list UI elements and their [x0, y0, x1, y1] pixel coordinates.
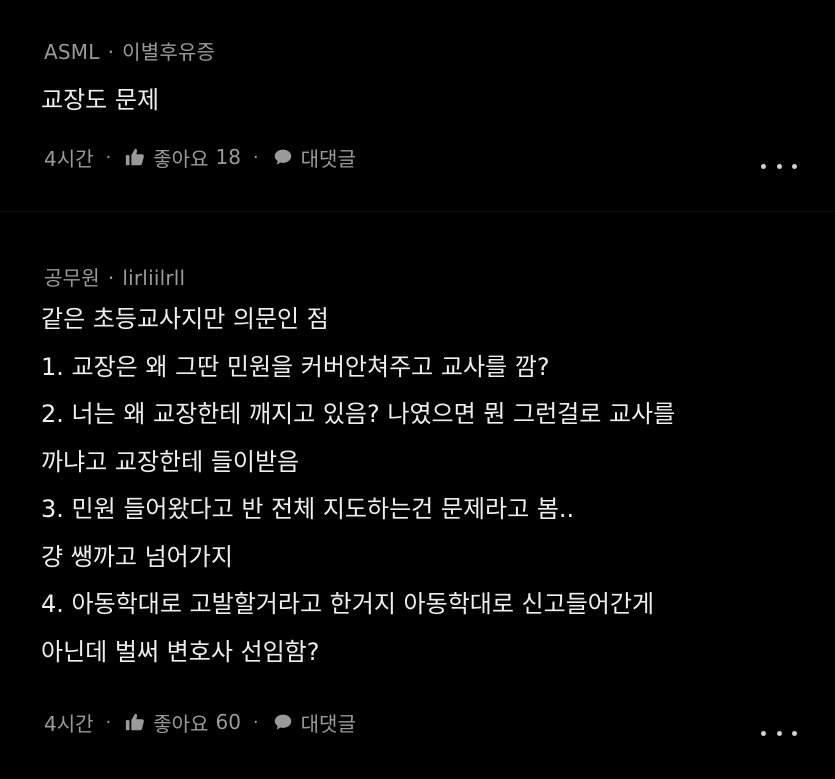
author-name[interactable]: ASML	[44, 40, 100, 64]
more-options-icon[interactable]	[761, 723, 797, 743]
meta-separator: ·	[252, 146, 259, 168]
comment-author-line: ASML · 이별후유증	[44, 36, 215, 65]
comment-item: 공무원 · lirliilrll 같은 초등교사지만 의문인 점 1. 교장은 왜 …	[0, 211, 835, 779]
comment-item: ASML · 이별후유증 교장도 문제 4시간 · 좋아요 18 · 대댓글	[0, 0, 835, 211]
author-separator: ·	[107, 266, 115, 290]
comment-body-line: 까냐고 교장한테 들이받음	[41, 447, 300, 476]
more-options-icon[interactable]	[761, 156, 797, 176]
comment-meta: 4시간 · 좋아요 18 · 대댓글	[44, 142, 356, 172]
comment-body-line: 3. 민원 들어왔다고 반 전체 지도하는건 문제라고 봄..	[41, 495, 575, 523]
meta-separator: ·	[105, 711, 112, 733]
like-label: 좋아요	[153, 711, 209, 736]
author-name[interactable]: 공무원	[44, 266, 100, 290]
like-count: 18	[215, 145, 241, 169]
like-label: 좋아요	[153, 146, 209, 171]
comment-body-line: 4. 아동학대로 고발할거라고 한거지 아동학대로 신고들어간게	[41, 590, 655, 618]
reply-button[interactable]: 대댓글	[271, 708, 356, 737]
meta-separator: ·	[105, 146, 112, 168]
thumbs-up-icon	[123, 710, 147, 734]
like-count: 60	[215, 710, 241, 734]
speech-bubble-icon	[271, 145, 295, 169]
comment-time: 4시간	[44, 711, 94, 736]
comment-body-line: 교장도 문제	[41, 86, 160, 114]
author-tag: lirliilrll	[122, 266, 186, 290]
author-separator: ·	[107, 40, 115, 64]
comment-body-line: 1. 교장은 왜 그딴 민원을 커버안쳐주고 교사를 깜?	[41, 352, 550, 381]
thumbs-up-icon	[123, 145, 147, 169]
reply-label: 대댓글	[300, 711, 356, 736]
like-button[interactable]: 좋아요 18	[123, 143, 241, 172]
author-tag: 이별후유증	[122, 40, 216, 64]
comment-body: 교장도 문제	[41, 77, 159, 125]
speech-bubble-icon	[271, 710, 295, 734]
comment-body-line: 아닌데 벌써 변호사 선임함?	[41, 637, 320, 666]
comment-body-line: 2. 너는 왜 교장한테 깨지고 있음? 나였으면 뭔 그런걸로 교사를	[41, 400, 676, 428]
reply-button[interactable]: 대댓글	[271, 143, 356, 172]
comment-body-line: 같은 초등교사지만 의문인 점	[41, 305, 329, 333]
comment-author-line: 공무원 · lirliilrll	[44, 262, 185, 291]
reply-label: 대댓글	[300, 146, 356, 171]
comment-body: 같은 초등교사지만 의문인 점 1. 교장은 왜 그딴 민원을 커버안쳐주고 교…	[41, 296, 675, 676]
like-button[interactable]: 좋아요 60	[123, 708, 241, 737]
meta-separator: ·	[252, 711, 259, 733]
comment-body-line: 걍 쌩까고 넘어가지	[41, 542, 233, 571]
comment-meta: 4시간 · 좋아요 60 · 대댓글	[44, 707, 356, 737]
comment-time: 4시간	[44, 146, 94, 171]
